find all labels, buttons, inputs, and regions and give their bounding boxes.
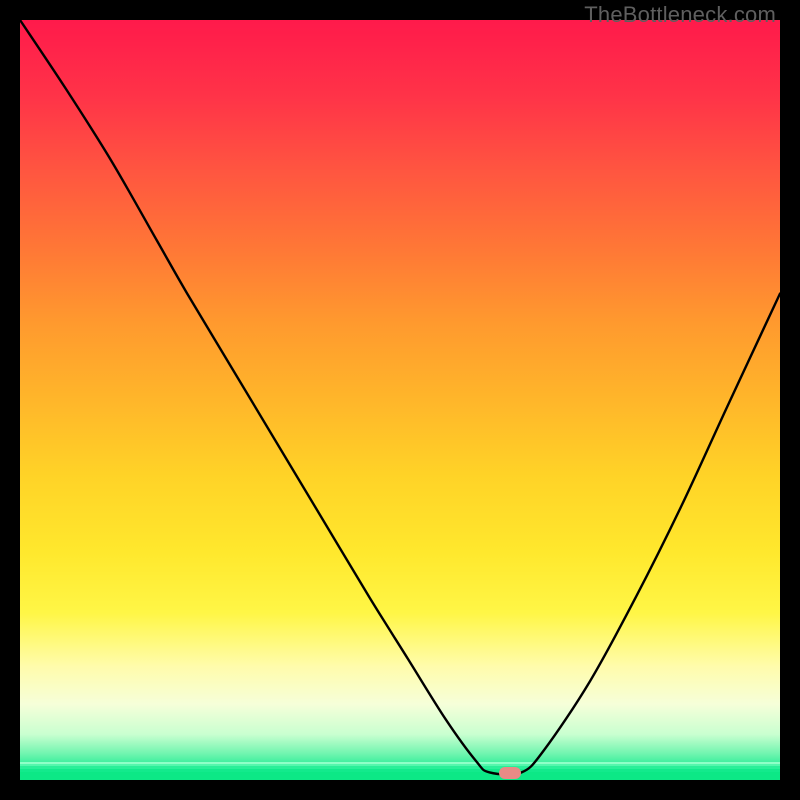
curve-minimum-marker <box>499 767 521 779</box>
watermark-text: TheBottleneck.com <box>584 2 776 28</box>
plot-area <box>20 20 780 780</box>
bottleneck-curve <box>20 20 780 780</box>
